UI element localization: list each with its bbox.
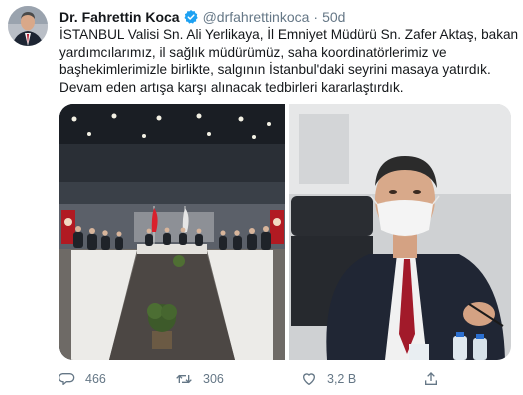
tweet-header: Dr. Fahrettin Koca @drfahrettinkoca · 50… bbox=[59, 8, 345, 26]
author-name[interactable]: Dr. Fahrettin Koca bbox=[59, 9, 180, 25]
tweet-timestamp[interactable]: 50d bbox=[322, 9, 345, 25]
verified-badge-icon bbox=[183, 9, 199, 25]
tweet-text-line: İSTANBUL Valisi Sn. Ali Yerlikaya, İl Em… bbox=[59, 27, 519, 42]
share-button[interactable] bbox=[423, 369, 439, 389]
author-handle[interactable]: @drfahrettinkoca bbox=[203, 9, 310, 25]
tweet-text-line: Devam eden artışa karşı alınacak tedbirl… bbox=[59, 79, 404, 95]
like-button[interactable]: 3,2 B bbox=[301, 369, 356, 389]
heart-icon bbox=[303, 373, 315, 385]
tweet-text: İSTANBUL Valisi Sn. Ali Yerlikaya, İl Em… bbox=[59, 26, 519, 96]
like-count: 3,2 B bbox=[327, 372, 357, 386]
header-separator: · bbox=[313, 9, 319, 25]
reply-button[interactable]: 466 bbox=[59, 369, 106, 389]
tweet-text-line: yardımcılarımız, il sağlık müdürümüz, sa… bbox=[59, 44, 447, 60]
minister-photo[interactable] bbox=[289, 104, 511, 360]
avatar-image bbox=[8, 6, 48, 46]
meeting-hall-photo[interactable] bbox=[59, 104, 285, 360]
retweet-icon bbox=[176, 374, 192, 384]
media-divider bbox=[285, 104, 289, 360]
reply-icon bbox=[59, 373, 75, 385]
retweet-button[interactable]: 306 bbox=[175, 369, 224, 389]
avatar[interactable] bbox=[8, 6, 48, 46]
reply-count: 466 bbox=[85, 372, 106, 386]
tweet-media[interactable] bbox=[59, 104, 511, 360]
tweet-text-line: başhekimlerimizle birlikte, salgının İst… bbox=[59, 62, 491, 78]
retweet-count: 306 bbox=[203, 372, 224, 386]
share-icon bbox=[425, 372, 437, 385]
tweet-actions: 466 306 3,2 B bbox=[59, 369, 499, 389]
